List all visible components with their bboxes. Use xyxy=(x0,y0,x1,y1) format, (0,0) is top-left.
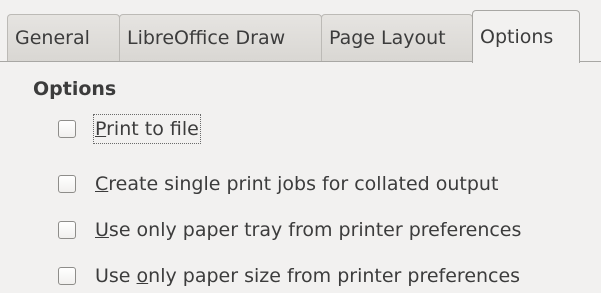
single-print-jobs-label: Create single print jobs for collated ou… xyxy=(95,171,498,197)
tab-options[interactable]: Options xyxy=(472,10,580,63)
single-print-jobs-text: reate single print jobs for collated out… xyxy=(108,173,499,195)
dialog-tab-bar: General LibreOffice Draw Page Layout Opt… xyxy=(0,0,601,63)
paper-tray-checkbox[interactable] xyxy=(58,221,76,239)
tab-page-layout[interactable]: Page Layout xyxy=(321,14,473,61)
paper-size-text: nly paper size from printer preferences xyxy=(148,265,521,287)
option-paper-tray[interactable]: Use only paper tray from printer prefere… xyxy=(58,215,521,245)
paper-size-mnemonic: o xyxy=(136,265,149,287)
options-section-title: Options xyxy=(33,78,117,100)
print-to-file-checkbox[interactable] xyxy=(58,120,76,138)
paper-tray-mnemonic: U xyxy=(95,219,109,241)
single-print-jobs-mnemonic: C xyxy=(95,173,109,195)
paper-tray-label: Use only paper tray from printer prefere… xyxy=(95,217,521,243)
paper-tray-text: se only paper tray from printer preferen… xyxy=(108,219,522,241)
tab-libreoffice-draw[interactable]: LibreOffice Draw xyxy=(119,14,322,61)
paper-size-prefix: Use xyxy=(95,265,137,287)
print-to-file-text: rint to file xyxy=(106,118,199,140)
options-panel: Options Print to file Create single prin… xyxy=(0,62,601,293)
paper-size-checkbox[interactable] xyxy=(58,267,76,285)
print-to-file-label: Print to file xyxy=(93,114,201,144)
single-print-jobs-checkbox[interactable] xyxy=(58,175,76,193)
option-single-print-jobs[interactable]: Create single print jobs for collated ou… xyxy=(58,169,498,199)
option-print-to-file[interactable]: Print to file xyxy=(58,114,201,144)
tab-general[interactable]: General xyxy=(7,14,120,61)
option-paper-size[interactable]: Use only paper size from printer prefere… xyxy=(58,261,520,291)
paper-size-label: Use only paper size from printer prefere… xyxy=(95,263,520,289)
print-to-file-mnemonic: P xyxy=(95,118,107,140)
